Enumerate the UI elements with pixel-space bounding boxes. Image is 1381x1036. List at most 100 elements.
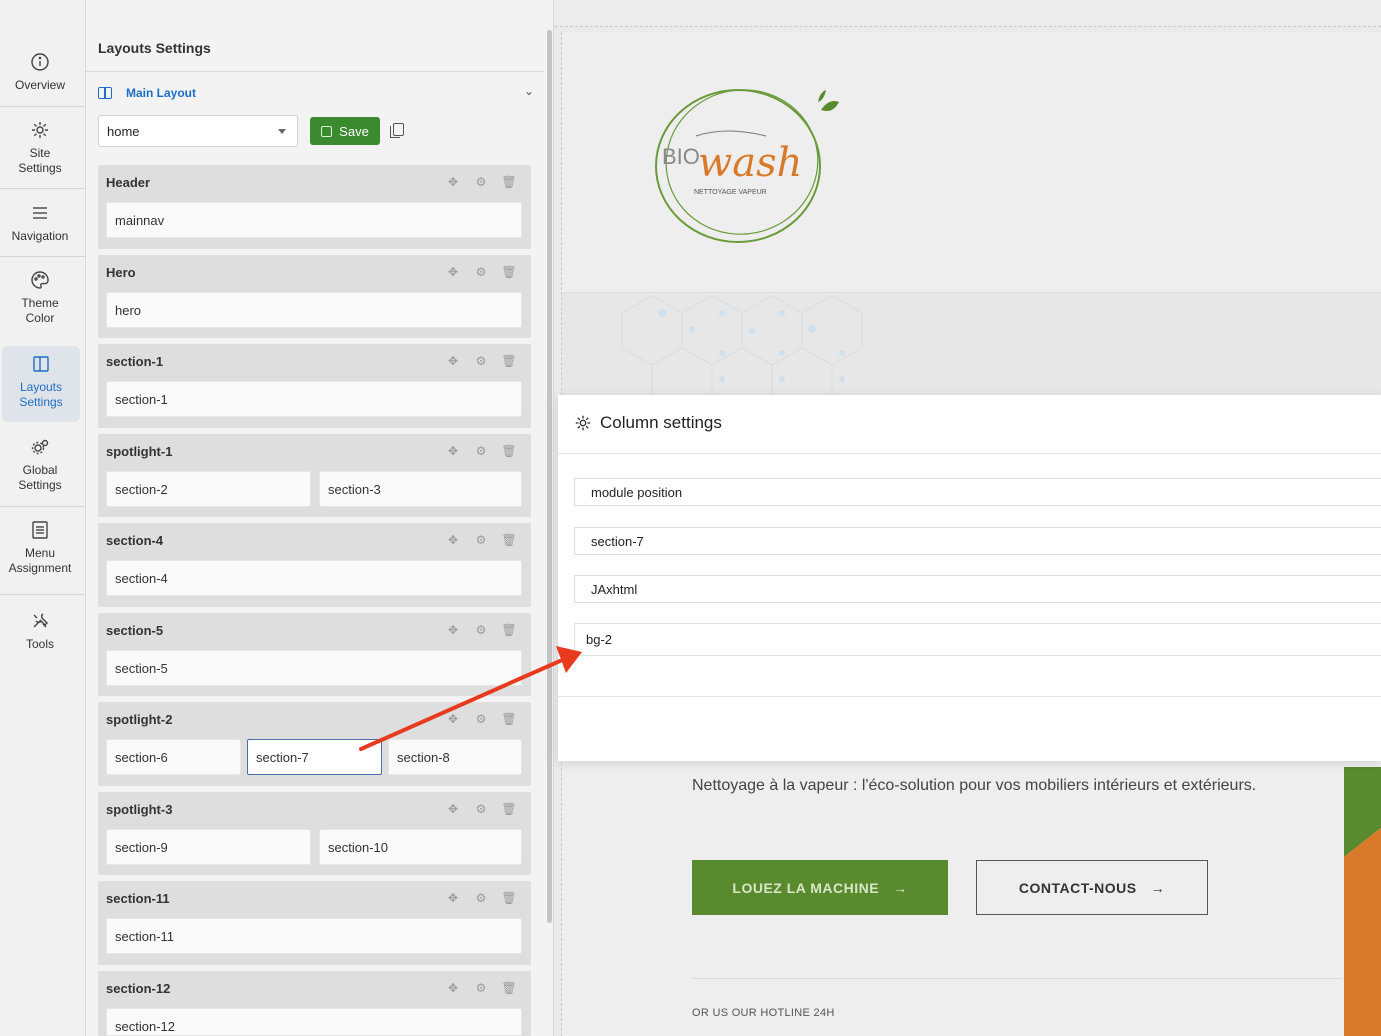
save-button[interactable]: Save xyxy=(310,117,380,145)
logo-tagline: NETTOYAGE VAPEUR xyxy=(694,189,767,196)
trash-icon[interactable]: 🗑 xyxy=(501,175,517,189)
section-tools: ✥ ⚙ 🗑 xyxy=(445,265,517,279)
section-block-spotlight-2: spotlight-2 ✥ ⚙ 🗑 section-6 section-7 sect… xyxy=(98,702,531,786)
panel-title: Layouts Settings xyxy=(98,40,211,56)
column-cell[interactable]: section-6 xyxy=(106,739,241,775)
tools-icon xyxy=(33,613,48,628)
column-cell-selected[interactable]: section-7 xyxy=(247,739,382,775)
section-name: Header xyxy=(106,175,151,190)
layout-select[interactable]: home xyxy=(98,115,298,147)
rail-divider xyxy=(0,594,86,595)
column-cell[interactable]: section-11 xyxy=(106,918,522,954)
move-icon[interactable]: ✥ xyxy=(445,175,461,189)
gear-icon[interactable]: ⚙ xyxy=(473,354,489,368)
panel-scrollbar[interactable] xyxy=(547,30,552,923)
trash-icon[interactable]: 🗑 xyxy=(501,981,517,995)
column-cell[interactable]: section-5 xyxy=(106,650,522,686)
move-icon[interactable]: ✥ xyxy=(445,623,461,637)
gear-icon[interactable]: ⚙ xyxy=(473,981,489,995)
main-layout-label: Main Layout xyxy=(126,86,197,100)
rail-item-global-settings[interactable]: Global Settings xyxy=(0,437,80,493)
rail-item-navigation[interactable]: Navigation xyxy=(0,203,80,244)
gear-icon[interactable]: ⚙ xyxy=(473,623,489,637)
class-input[interactable]: bg-2 xyxy=(574,623,1381,656)
panel-divider xyxy=(86,71,544,72)
copy-icon[interactable] xyxy=(390,123,404,138)
rail-item-theme-color[interactable]: Theme Color xyxy=(0,270,80,326)
trash-icon[interactable]: 🗑 xyxy=(501,444,517,458)
section-tools: ✥ ⚙ 🗑 xyxy=(445,354,517,368)
hero-text: Nettoyage à la vapeur : l'éco-solution p… xyxy=(692,777,1257,794)
rail-item-overview[interactable]: Overview xyxy=(0,52,80,93)
column-cell[interactable]: mainnav xyxy=(106,202,522,238)
section-block-spotlight-1: spotlight-1 ✥ ⚙ 🗑 section-2 section-3 xyxy=(98,434,531,517)
move-icon[interactable]: ✥ xyxy=(445,533,461,547)
section-tools: ✥ ⚙ 🗑 xyxy=(445,175,517,189)
rail-item-tools[interactable]: Tools xyxy=(0,611,80,652)
section-name: section-1 xyxy=(106,354,164,369)
column-cell[interactable]: section-10 xyxy=(319,829,522,865)
column-cell[interactable]: section-1 xyxy=(106,381,522,417)
gear-icon[interactable]: ⚙ xyxy=(473,712,489,726)
gear-icon[interactable]: ⚙ xyxy=(473,444,489,458)
section-name: section-12 xyxy=(106,981,171,996)
trash-icon[interactable]: 🗑 xyxy=(501,623,517,637)
move-icon[interactable]: ✥ xyxy=(445,712,461,726)
move-icon[interactable]: ✥ xyxy=(445,981,461,995)
dialog-title-text: Column settings xyxy=(600,413,722,432)
section-tools: ✥ ⚙ 🗑 xyxy=(445,891,517,905)
move-icon[interactable]: ✥ xyxy=(445,802,461,816)
move-icon[interactable]: ✥ xyxy=(445,354,461,368)
gear-icon[interactable]: ⚙ xyxy=(473,891,489,905)
trash-icon[interactable]: 🗑 xyxy=(501,533,517,547)
position-field[interactable]: section-7 xyxy=(574,527,1381,555)
rail-item-layouts-settings[interactable]: Layouts Settings xyxy=(2,346,80,422)
move-icon[interactable]: ✥ xyxy=(445,444,461,458)
section-block-hero: Hero ✥ ⚙ 🗑 hero xyxy=(98,255,531,338)
rail-divider xyxy=(0,188,86,189)
section-block-header: Header ✥ ⚙ 🗑 mainnav xyxy=(98,165,531,249)
rail-item-menu-assignment[interactable]: Menu Assignment xyxy=(0,520,80,576)
rail-label-navigation: Navigation xyxy=(11,229,69,243)
type-field[interactable]: module position xyxy=(574,478,1381,506)
gear-icon[interactable]: ⚙ xyxy=(473,265,489,279)
column-cell[interactable]: section-9 xyxy=(106,829,311,865)
logo-text-wash: wash xyxy=(698,140,802,186)
trash-icon[interactable]: 🗑 xyxy=(501,265,517,279)
preview-toolbar xyxy=(555,0,1381,27)
rail-label-theme-color: Theme Color xyxy=(21,296,59,325)
column-cell[interactable]: section-8 xyxy=(388,739,522,775)
rail-item-site-settings[interactable]: Site Settings xyxy=(0,120,80,176)
biowash-logo: BIO wash NETTOYAGE VAPEUR xyxy=(655,89,839,243)
rent-machine-button[interactable]: LOUEZ LA MACHINE → xyxy=(692,860,948,915)
gear-icon[interactable]: ⚙ xyxy=(473,533,489,547)
rail-label-site-settings: Site Settings xyxy=(18,146,62,175)
icon-rail: Overview Site Settings Navigation Theme … xyxy=(0,0,86,1036)
column-cell[interactable]: hero xyxy=(106,292,522,328)
rail-label-menu-assignment: Menu Assignment xyxy=(8,546,72,575)
rail-divider xyxy=(0,106,86,107)
layout-icon xyxy=(33,356,49,372)
menu-icon xyxy=(33,207,47,219)
column-settings-dialog: Column settings module position section-… xyxy=(558,395,1381,761)
section-name: Hero xyxy=(106,265,136,280)
contact-button[interactable]: CONTACT-NOUS → xyxy=(976,860,1208,915)
section-name: spotlight-3 xyxy=(106,802,173,817)
chevron-down-icon[interactable]: ⌄ xyxy=(524,84,534,98)
trash-icon[interactable]: 🗑 xyxy=(501,354,517,368)
column-cell[interactable]: section-3 xyxy=(319,471,522,507)
column-cell[interactable]: section-2 xyxy=(106,471,311,507)
section-block-section-1: section-1 ✥ ⚙ 🗑 section-1 xyxy=(98,344,531,428)
move-icon[interactable]: ✥ xyxy=(445,891,461,905)
trash-icon[interactable]: 🗑 xyxy=(501,712,517,726)
trash-icon[interactable]: 🗑 xyxy=(501,891,517,905)
gear-icon xyxy=(575,415,591,431)
trash-icon[interactable]: 🗑 xyxy=(501,802,517,816)
gear-icon[interactable]: ⚙ xyxy=(473,175,489,189)
move-icon[interactable]: ✥ xyxy=(445,265,461,279)
main-layout-toggle[interactable]: Main Layout ⌄ xyxy=(98,84,534,102)
style-field[interactable]: JAxhtml xyxy=(574,575,1381,603)
column-cell[interactable]: section-12 xyxy=(106,1008,522,1036)
column-cell[interactable]: section-4 xyxy=(106,560,522,596)
gear-icon[interactable]: ⚙ xyxy=(473,802,489,816)
